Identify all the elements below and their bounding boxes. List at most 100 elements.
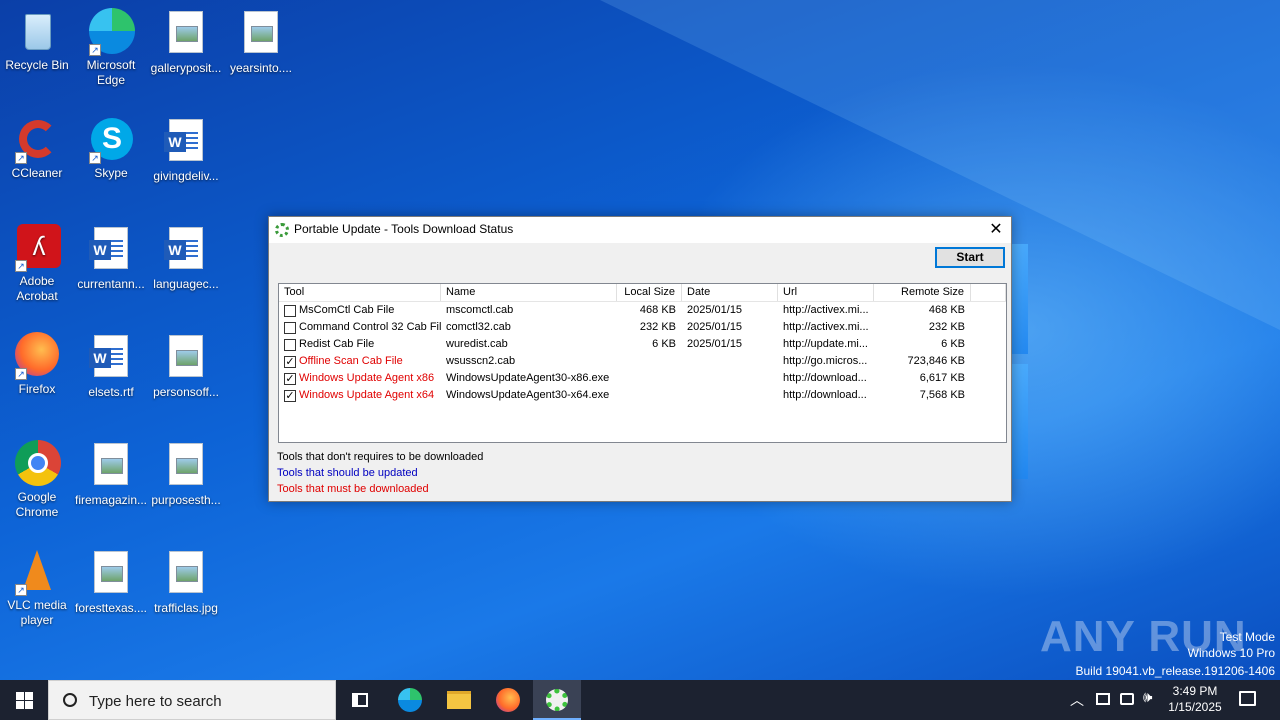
desktop-icon-word-file[interactable]: W currentann... — [74, 224, 148, 292]
cell-url: http://go.micros... — [783, 355, 868, 367]
cell-name: comctl32.cab — [446, 321, 511, 333]
table-row[interactable]: ✓ Offline Scan Cab File wsusscn2.cab http:/… — [279, 353, 1006, 370]
taskbar-clock[interactable]: 3:49 PM 1/15/2025 — [1160, 683, 1230, 715]
table-row[interactable]: ✓ Windows Update Agent x64 WindowsUpdateAg… — [279, 387, 1006, 404]
clock-time: 3:49 PM — [1172, 684, 1218, 698]
desktop-icon-image-file[interactable]: trafficlas.jpg — [149, 548, 223, 616]
taskbar-search-box[interactable]: Type here to search — [48, 680, 336, 720]
desktop-icon-image-file[interactable]: purposesth... — [149, 440, 223, 508]
table-row[interactable]: MsComCtl Cab File mscomctl.cab 468 KB 2025/… — [279, 302, 1006, 319]
dialog-titlebar[interactable]: Portable Update - Tools Download Status … — [269, 217, 1011, 243]
network-status-icon[interactable] — [1120, 693, 1134, 705]
gear-icon — [546, 689, 568, 711]
column-header-local-size[interactable]: Local Size — [617, 284, 682, 301]
notifications-icon[interactable] — [1239, 691, 1256, 706]
taskbar-edge[interactable] — [386, 680, 434, 720]
tools-list[interactable]: Tool Name Local Size Date Url Remote Siz… — [278, 283, 1007, 443]
wallpaper-logo-pane — [1012, 364, 1028, 479]
word-document-icon: W — [87, 227, 135, 275]
edge-icon — [398, 688, 422, 712]
desktop-icon-image-file[interactable]: yearsinto.... — [224, 8, 298, 76]
cell-local-size: 6 KB — [652, 338, 676, 350]
image-file-icon — [87, 551, 135, 599]
start-button[interactable]: Start — [935, 247, 1005, 268]
desktop-icon-image-file[interactable]: personsoff... — [149, 332, 223, 400]
image-file-icon — [162, 443, 210, 491]
cell-local-size: 468 KB — [639, 304, 676, 316]
cell-remote-size: 6 KB — [941, 338, 965, 350]
desktop-icon-skype[interactable]: S ↗ Skype — [74, 116, 148, 181]
column-header-name[interactable]: Name — [441, 284, 617, 301]
chrome-icon — [13, 440, 61, 488]
row-checkbox[interactable] — [284, 305, 296, 317]
close-icon: ✕ — [989, 221, 1003, 238]
checkmark-icon: ✓ — [285, 356, 295, 368]
table-row[interactable]: ✓ Windows Update Agent x86 WindowsUpdateAg… — [279, 370, 1006, 387]
row-checkbox[interactable]: ✓ — [284, 390, 296, 402]
row-checkbox[interactable] — [284, 339, 296, 351]
desktop-icon-google-chrome[interactable]: Google Chrome — [0, 440, 74, 520]
dialog-title: Portable Update - Tools Download Status — [294, 222, 514, 236]
checkmark-icon: ✓ — [285, 390, 295, 402]
row-checkbox[interactable]: ✓ — [284, 373, 296, 385]
portable-update-dialog: Portable Update - Tools Download Status … — [268, 216, 1012, 502]
column-header-tool[interactable]: Tool — [279, 284, 441, 301]
desktop-icon-firefox[interactable]: ↗ Firefox — [0, 332, 74, 397]
desktop-icon-vlc[interactable]: ↗ VLC media player — [0, 548, 74, 628]
start-menu-button[interactable] — [0, 680, 48, 720]
table-row[interactable]: Command Control 32 Cab File comctl32.cab 2… — [279, 319, 1006, 336]
desktop-icon-word-file[interactable]: W languagec... — [149, 224, 223, 292]
firefox-icon: ↗ — [13, 332, 61, 380]
recycle-bin-icon — [13, 8, 61, 56]
column-header-date[interactable]: Date — [682, 284, 778, 301]
table-row[interactable]: Redist Cab File wuredist.cab 6 KB 2025/01/1… — [279, 336, 1006, 353]
cell-tool: Command Control 32 Cab File — [299, 321, 441, 333]
taskbar-file-explorer[interactable] — [435, 680, 483, 720]
cell-local-size: 232 KB — [639, 321, 676, 333]
column-header-remote-size[interactable]: Remote Size — [874, 284, 971, 301]
cell-date: 2025/01/15 — [687, 338, 743, 350]
volume-icon[interactable]: 🕪 — [1143, 689, 1152, 706]
desktop-icon-rtf-file[interactable]: W elsets.rtf — [74, 332, 148, 400]
word-document-icon: W — [87, 335, 135, 383]
cell-date: 2025/01/15 — [687, 321, 743, 333]
cell-tool: Redist Cab File — [299, 338, 375, 350]
row-checkbox[interactable]: ✓ — [284, 356, 296, 368]
taskbar-portable-update[interactable] — [533, 680, 581, 720]
clock-date: 1/15/2025 — [1168, 700, 1222, 714]
cell-name: mscomctl.cab — [446, 304, 514, 316]
column-header-url[interactable]: Url — [778, 284, 874, 301]
task-view-button[interactable] — [336, 680, 384, 720]
search-icon — [63, 693, 77, 707]
taskbar: Type here to search ︿ 🕪 3:49 PM 1/15/202… — [0, 680, 1280, 720]
image-file-icon — [162, 11, 210, 59]
network-icon[interactable] — [1096, 693, 1110, 705]
row-checkbox[interactable] — [284, 322, 296, 334]
cell-remote-size: 6,617 KB — [919, 372, 965, 384]
close-button[interactable]: ✕ — [981, 217, 1011, 243]
taskbar-firefox[interactable] — [484, 680, 532, 720]
desktop-icon-word-file[interactable]: W givingdeliv... — [149, 116, 223, 184]
cell-name: wsusscn2.cab — [446, 355, 516, 367]
skype-icon: S ↗ — [87, 116, 135, 164]
desktop-icon-image-file[interactable]: foresttexas.... — [74, 548, 148, 616]
desktop-icon-recycle-bin[interactable]: Recycle Bin — [0, 8, 74, 73]
cell-tool: Windows Update Agent x86 — [299, 372, 435, 384]
desktop-icon-adobe-acrobat[interactable]: ʎ ↗ Adobe Acrobat — [0, 224, 74, 304]
cell-local-size — [617, 353, 676, 370]
windows-logo-icon — [16, 692, 33, 709]
image-file-icon — [162, 551, 210, 599]
legend-no-download: Tools that don't requires to be download… — [277, 451, 484, 463]
desktop: Recycle Bin ↗ CCleaner ʎ ↗ Adobe Acrobat… — [0, 0, 1280, 680]
desktop-icon-image-file[interactable]: firemagazin... — [74, 440, 148, 508]
folder-icon — [447, 691, 471, 709]
cell-url: http://download... — [783, 372, 867, 384]
desktop-icon-ccleaner[interactable]: ↗ CCleaner — [0, 116, 74, 181]
ccleaner-icon: ↗ — [13, 116, 61, 164]
list-header: Tool Name Local Size Date Url Remote Siz… — [279, 284, 1006, 302]
desktop-icon-microsoft-edge[interactable]: ↗ Microsoft Edge — [74, 8, 148, 88]
desktop-icon-image-file[interactable]: galleryposit... — [149, 8, 223, 76]
task-view-icon — [352, 693, 368, 707]
firefox-icon — [496, 688, 520, 712]
show-hidden-icons-chevron-icon[interactable]: ︿ — [1070, 690, 1084, 710]
